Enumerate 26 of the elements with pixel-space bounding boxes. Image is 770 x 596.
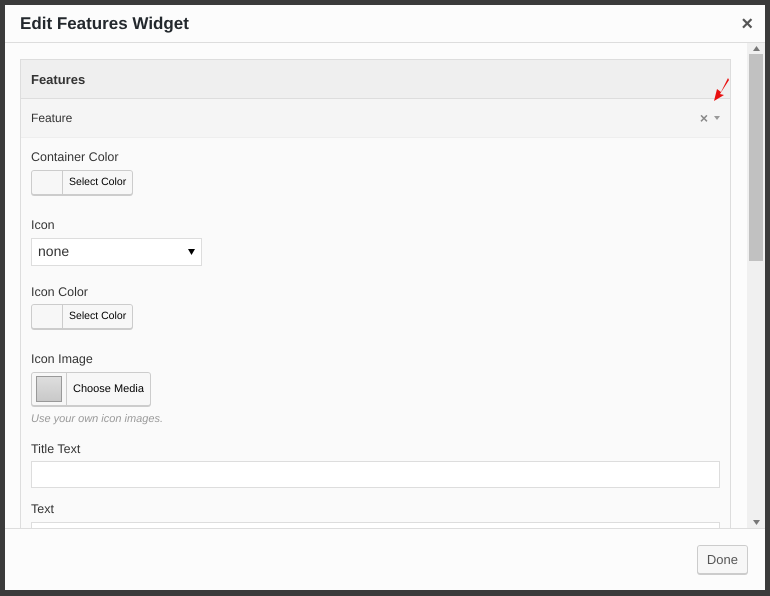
color-picker-button[interactable]: Select Color xyxy=(31,170,134,195)
field-label: Icon xyxy=(31,216,56,234)
choose-media-button[interactable]: Choose Media xyxy=(31,372,151,406)
arrow-icon xyxy=(711,77,731,103)
dropdown-arrow-icon xyxy=(188,248,195,254)
field-label: Title Text xyxy=(31,440,82,458)
dialog-title: Edit Features Widget xyxy=(20,12,189,35)
scroll-up-icon[interactable] xyxy=(752,46,760,51)
help-text: Use your own icon images. xyxy=(31,412,164,427)
image-placeholder-icon xyxy=(36,376,62,402)
item-header[interactable]: Feature × xyxy=(21,99,730,138)
scroll-thumb[interactable] xyxy=(749,54,763,261)
section-title: Features xyxy=(21,60,730,99)
caret-icon[interactable] xyxy=(714,116,720,120)
field-label: Text xyxy=(31,501,55,518)
item-title: Feature xyxy=(31,110,72,127)
scroll-down-icon[interactable] xyxy=(752,520,760,525)
color-picker-button[interactable]: Select Color xyxy=(31,304,134,330)
close-button[interactable]: × xyxy=(741,14,753,34)
scrollbar[interactable] xyxy=(747,43,765,528)
field-label: Container Color xyxy=(31,149,120,166)
text-input[interactable] xyxy=(31,461,720,488)
done-button[interactable]: Done xyxy=(696,544,748,574)
field-label: Icon Color xyxy=(31,284,89,300)
field-label: Icon Image xyxy=(31,351,94,368)
icon-select[interactable]: none xyxy=(31,238,202,266)
